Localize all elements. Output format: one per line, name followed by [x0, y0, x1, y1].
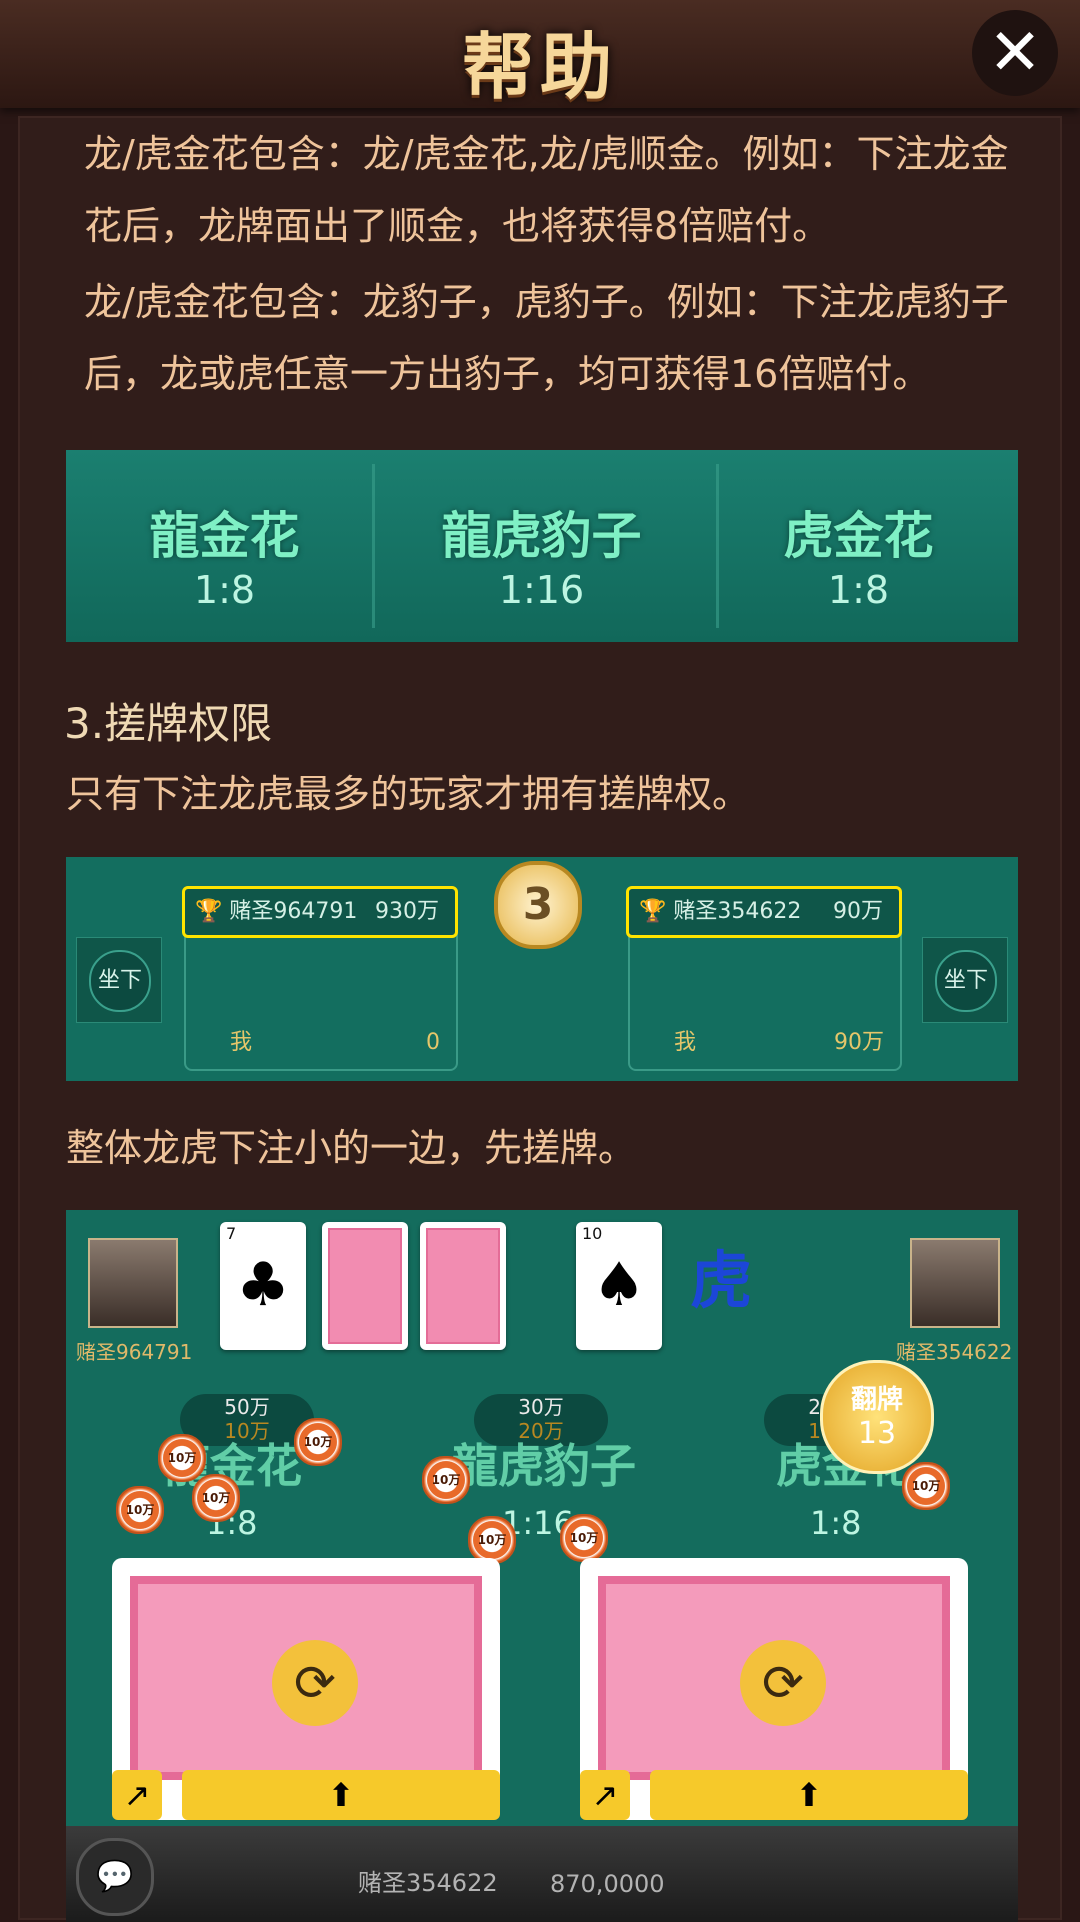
sit-button[interactable]: 坐下: [89, 950, 151, 1012]
card-rank: 10: [582, 1224, 603, 1243]
pill-total: 50万: [224, 1395, 270, 1419]
bottom-player-name: 赌圣354622: [358, 1869, 498, 1897]
odds-ratio: 1:8: [827, 568, 890, 612]
card-back: [322, 1222, 408, 1350]
rubbing-rights-example: 坐下 🏆 赌圣964791 930万 我 0 3 🏆 赌圣354622 90万 …: [66, 857, 1018, 1081]
bottom-player-amount: 870,0000: [550, 1870, 665, 1898]
my-bet-row: 我 90万: [630, 1023, 900, 1063]
rub-card-right[interactable]: ⟳ ↗ ⬆: [580, 1558, 968, 1820]
odds-ratio: 1:8: [193, 568, 256, 612]
pill-total: 30万: [518, 1395, 564, 1419]
chip-icon: 10万: [116, 1486, 164, 1534]
area-name[interactable]: 龍虎豹子: [452, 1430, 636, 1496]
rub-controls: ↗ ⬆: [580, 1770, 968, 1820]
close-icon[interactable]: ✕: [972, 10, 1058, 96]
flip-label: 翻牌: [850, 1385, 903, 1415]
card-rank: 7: [226, 1224, 237, 1243]
divider: [372, 464, 375, 628]
my-bet-row: 我 0: [186, 1023, 456, 1063]
player-name: 赌圣964791: [229, 899, 358, 924]
odds-tiger-flush: 虎金花 1:8: [700, 450, 1017, 642]
chip-icon: 10万: [294, 1418, 342, 1466]
paragraph-1: 龙/虎金花包含：龙/虎金花,龙/虎顺金。例如：下注龙金花后，龙牌面出了顺金，也将…: [84, 132, 1009, 248]
chip-icon: 10万: [902, 1462, 950, 1510]
chip-icon: 10万: [158, 1434, 206, 1482]
section-heading: 3.搓牌权限: [64, 699, 273, 748]
paragraph-4: 整体龙虎下注小的一边，先搓牌。: [66, 1126, 637, 1170]
playing-card: 7 ♣: [220, 1222, 306, 1350]
card-back: [420, 1222, 506, 1350]
me-amount: 0: [426, 1030, 440, 1055]
rub-controls: ↗ ⬆: [112, 1770, 500, 1820]
page-title: 帮助: [461, 25, 618, 109]
odds-name: 龍虎豹子: [441, 507, 642, 565]
diagonal-arrow-icon[interactable]: ↗: [580, 1770, 630, 1820]
sit-seat-right[interactable]: 坐下: [922, 937, 1008, 1023]
game-table-example: 赌圣964791 赌圣354622 7 ♣ 10 ♠ 虎 50万 10万 30万…: [66, 1210, 1018, 1922]
player-amount: 930万: [375, 899, 439, 924]
top-bettor-left: 🏆 赌圣964791 930万: [182, 886, 458, 938]
chip-icon: 10万: [422, 1456, 470, 1504]
odds-name: 龍金花: [149, 507, 300, 565]
alarm-clock-icon: 3: [494, 861, 582, 949]
paragraph-2: 龙/虎金花包含：龙豹子，虎豹子。例如：下注龙虎豹子后，龙或虎任意一方出豹子，均可…: [84, 280, 1009, 396]
paragraph-3: 只有下注龙虎最多的玩家才拥有搓牌权。: [66, 772, 751, 816]
me-label: 我: [230, 1030, 253, 1055]
player-name: 赌圣354622: [673, 899, 802, 924]
area-ratio: 1:8: [810, 1504, 862, 1542]
me-amount: 90万: [834, 1030, 884, 1055]
player-name-right: 赌圣354622: [896, 1340, 1013, 1364]
tiger-bet-box: 🏆 赌圣354622 90万 我 90万: [626, 886, 902, 1071]
odds-ratio: 1:16: [498, 568, 585, 612]
odds-name: 虎金花: [783, 507, 934, 565]
odds-dragon-flush: 龍金花 1:8: [66, 450, 383, 642]
playing-card: 10 ♠: [576, 1222, 662, 1350]
top-bettor-right: 🏆 赌圣354622 90万: [626, 886, 902, 938]
player-name-left: 赌圣964791: [76, 1340, 193, 1364]
chip-icon: 10万: [560, 1514, 608, 1562]
rub-card-left[interactable]: ⟳ ↗ ⬆: [112, 1558, 500, 1820]
odds-leopard: 龍虎豹子 1:16: [383, 450, 700, 642]
trophy-icon: 🏆: [195, 899, 223, 924]
flip-countdown: 13: [857, 1416, 897, 1451]
table-rail: [66, 1826, 1018, 1922]
odds-table: 龍金花 1:8 龍虎豹子 1:16 虎金花 1:8: [66, 450, 1018, 642]
avatar-left: [88, 1238, 178, 1328]
trophy-icon: 🏆: [639, 899, 667, 924]
player-amount: 90万: [833, 899, 883, 924]
rotate-icon[interactable]: ⟳: [272, 1640, 358, 1726]
club-icon: ♣: [236, 1250, 290, 1320]
sit-button[interactable]: 坐下: [935, 950, 997, 1012]
header-bar: 帮助 ✕: [0, 0, 1080, 109]
up-arrow-icon[interactable]: ⬆: [182, 1770, 500, 1820]
spade-icon: ♠: [592, 1250, 646, 1320]
dragon-bet-box: 🏆 赌圣964791 930万 我 0: [182, 886, 458, 1071]
diagonal-arrow-icon[interactable]: ↗: [112, 1770, 162, 1820]
rotate-icon[interactable]: ⟳: [740, 1640, 826, 1726]
chip-icon: 10万: [468, 1516, 516, 1564]
chat-icon[interactable]: 💬: [76, 1838, 154, 1916]
sit-seat-left[interactable]: 坐下: [76, 937, 162, 1023]
flip-card-button[interactable]: 翻牌 13: [820, 1360, 934, 1474]
me-label: 我: [674, 1030, 697, 1055]
chip-icon: 10万: [192, 1474, 240, 1522]
tiger-label: 虎: [690, 1244, 753, 1317]
avatar-right: [910, 1238, 1000, 1328]
help-content: 龙/虎金花包含：龙/虎金花,龙/虎顺金。例如：下注龙金花后，龙牌面出了顺金，也将…: [18, 116, 1062, 1922]
up-arrow-icon[interactable]: ⬆: [650, 1770, 968, 1820]
